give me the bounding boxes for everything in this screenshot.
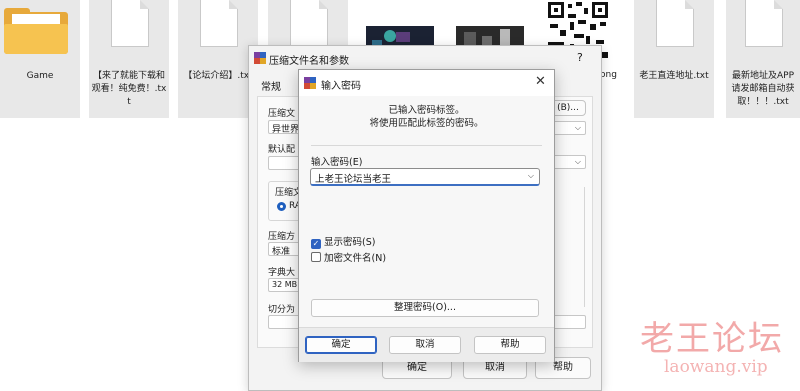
compression-method-label: 压缩方 xyxy=(268,232,296,242)
watermark-latin: laowang.vip xyxy=(664,357,768,377)
cancel-button[interactable]: 取消 xyxy=(389,336,461,354)
file-label: 最新地址及APP请发邮箱自动获取！！！.txt xyxy=(731,71,795,107)
show-password-label: 显示密码(S) xyxy=(324,237,376,248)
desktop-item-game-folder[interactable]: Game xyxy=(0,0,80,118)
help-button[interactable]: 帮助 xyxy=(474,336,546,354)
dictionary-size-label: 字典大 xyxy=(268,268,296,278)
text-file-icon xyxy=(745,0,783,47)
password-button-placeholder[interactable] xyxy=(550,315,586,329)
dialog-title: 输入密码 xyxy=(321,81,361,92)
desktop-item-txt[interactable]: 【来了就能下载和观看！纯免费！.txt xyxy=(89,0,169,118)
encrypt-file-names-label: 加密文件名(N) xyxy=(324,253,387,264)
update-mode-select[interactable]: ⌵ xyxy=(550,121,586,135)
enter-password-label: 输入密码(E) xyxy=(311,157,363,168)
close-icon[interactable]: ✕ xyxy=(535,74,546,89)
chevron-down-icon: ⌵ xyxy=(574,123,581,132)
default-profile-label: 默认配 xyxy=(268,145,296,155)
rar-radio-button[interactable] xyxy=(277,202,286,211)
split-volumes-label: 切分为 xyxy=(268,305,296,315)
desktop-item-txt[interactable]: 老王直连地址.txt xyxy=(634,0,714,118)
winrar-app-icon xyxy=(254,52,266,64)
options-group-border xyxy=(584,187,585,307)
help-question-icon[interactable]: ? xyxy=(577,51,583,64)
info-message-line2: 将使用匹配此标签的密码。 xyxy=(369,118,484,129)
text-file-icon xyxy=(111,0,149,47)
desktop-item-txt[interactable]: 最新地址及APP请发邮箱自动获取！！！.txt xyxy=(726,0,800,118)
browse-button[interactable]: (B)... xyxy=(550,100,586,116)
watermark-chinese: 老王论坛 xyxy=(640,319,784,359)
desktop-item-txt[interactable]: 【论坛介绍】.txt xyxy=(178,0,258,118)
checkbox-checked-icon[interactable]: ✓ xyxy=(311,239,321,249)
file-label: 【论坛介绍】.txt xyxy=(183,71,253,81)
organize-passwords-button[interactable]: 整理密码(O)... xyxy=(311,299,539,317)
text-file-icon xyxy=(656,0,694,47)
file-label: 老王直连地址.txt xyxy=(639,71,709,81)
encrypt-file-names-checkbox[interactable]: 加密文件名(N) xyxy=(311,250,386,264)
password-input[interactable]: 上老王论坛当老王 ⌵ xyxy=(310,168,540,186)
file-label: 【来了就能下载和观看！纯免费！.txt xyxy=(91,71,167,107)
file-label: ong xyxy=(600,70,617,80)
tab-general[interactable]: 常规 xyxy=(261,78,281,93)
options-select[interactable]: ⌵ xyxy=(550,155,586,169)
chevron-down-icon[interactable]: ⌵ xyxy=(528,171,534,181)
password-value: 上老王论坛当老王 xyxy=(315,174,392,185)
text-file-icon xyxy=(290,0,328,47)
info-message-line1: 已输入密码标签。 xyxy=(388,105,465,116)
checkbox-unchecked-icon[interactable] xyxy=(311,252,321,262)
enter-password-dialog[interactable]: 输入密码 ✕ 已输入密码标签。 将使用匹配此标签的密码。 输入密码(E) 上老王… xyxy=(298,69,555,362)
chevron-down-icon: ⌵ xyxy=(574,157,581,166)
dialog-title-bar[interactable]: 输入密码 ✕ xyxy=(299,70,554,96)
text-file-icon xyxy=(200,0,238,47)
show-password-checkbox[interactable]: ✓ 显示密码(S) xyxy=(311,234,375,249)
folder-icon xyxy=(4,8,68,54)
archive-name-label: 压缩文 xyxy=(268,109,296,119)
dialog-footer: 确定 取消 帮助 xyxy=(299,327,554,362)
winrar-app-icon xyxy=(304,77,316,89)
ok-button[interactable]: 确定 xyxy=(305,336,377,354)
dialog-title: 压缩文件名和参数 xyxy=(269,56,349,67)
divider xyxy=(311,145,542,146)
file-label: Game xyxy=(26,71,54,81)
